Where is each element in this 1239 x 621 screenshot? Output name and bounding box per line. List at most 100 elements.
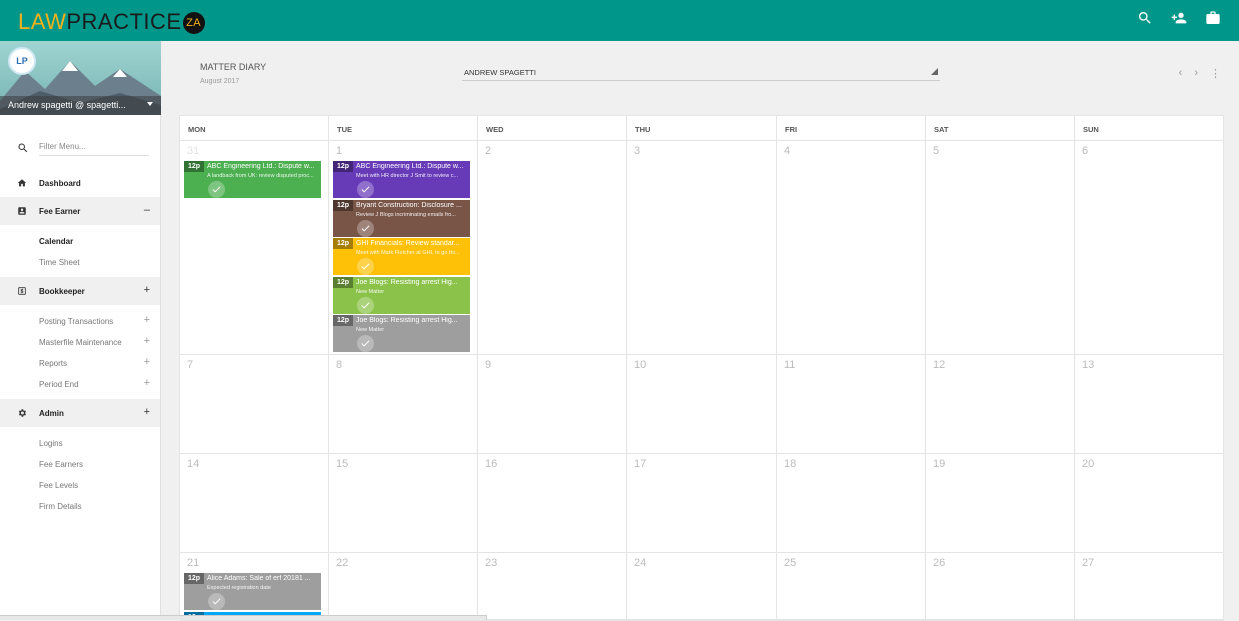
app-logo[interactable]: LAWPRACTICE ZA <box>18 9 205 35</box>
sidebar-subitem-time-sheet[interactable]: Time Sheet <box>0 252 160 273</box>
expand-icon[interactable]: + <box>144 406 150 418</box>
day-number: 18 <box>784 458 797 470</box>
calendar-day-cell[interactable]: 16 <box>478 454 627 553</box>
calendar-day-cell[interactable]: 10 <box>627 355 777 454</box>
collapse-icon[interactable]: – <box>144 204 150 216</box>
calendar-day-cell[interactable]: 12 <box>926 355 1075 454</box>
check-icon[interactable] <box>357 219 374 237</box>
avatar[interactable]: LP <box>8 47 36 75</box>
check-icon[interactable] <box>357 258 374 275</box>
event-description: New Matter <box>356 327 385 333</box>
calendar-day-cell[interactable]: 25 <box>777 553 926 621</box>
calendar-day-cell[interactable]: 6 <box>1075 141 1224 355</box>
horizontal-scrollbar[interactable] <box>0 615 487 620</box>
expand-icon[interactable]: + <box>144 335 150 347</box>
expand-icon[interactable]: + <box>144 356 150 368</box>
sidebar-subitem-fee-levels[interactable]: Fee Levels <box>0 475 160 496</box>
calendar-day-cell[interactable]: 11 <box>777 355 926 454</box>
sidebar-subitem-calendar[interactable]: Calendar <box>0 231 160 252</box>
calendar-day-cell[interactable]: 19 <box>926 454 1075 553</box>
calendar-day-cell[interactable]: 14 <box>180 454 329 553</box>
event-title: GHI Financials: Review standar... <box>356 240 460 247</box>
expand-icon[interactable]: + <box>144 377 150 389</box>
day-number: 7 <box>187 359 194 371</box>
chevron-right-icon[interactable]: › <box>1194 67 1198 80</box>
check-icon[interactable] <box>208 593 225 610</box>
sidebar-subitem-fee-earners[interactable]: Fee Earners <box>0 454 160 475</box>
event-description: Meet with HR director J Smit to review c… <box>356 173 459 179</box>
calendar-day-cell[interactable]: 2 <box>478 141 627 355</box>
more-vert-icon[interactable]: ⋮ <box>1210 67 1221 80</box>
calendar-event[interactable]: 12p GHI Financials: Review standar... Meet… <box>333 238 470 275</box>
briefcase-icon[interactable] <box>1205 10 1221 26</box>
calendar-event[interactable]: 12p ABC Engineering Ltd.: Dispute w... A l… <box>184 161 321 198</box>
account-switcher[interactable]: Andrew spagetti @ spagetti... <box>0 96 161 115</box>
calendar-day-cell[interactable]: 3 <box>627 141 777 355</box>
calendar-day-cell[interactable]: 22 <box>329 553 478 621</box>
check-icon[interactable] <box>357 335 374 352</box>
event-time: 12p <box>184 573 204 584</box>
sidebar-subitem-label: Posting Transactions <box>39 317 114 326</box>
sidebar-subitem-period-end[interactable]: Period End + <box>0 374 160 395</box>
calendar-day-cell[interactable]: 5 <box>926 141 1075 355</box>
calendar-event[interactable]: 12p Alice Adams: Sale of erf 20181 ... Exp… <box>184 573 321 610</box>
search-icon[interactable] <box>1137 10 1153 26</box>
calendar-day-cell[interactable]: 8 <box>329 355 478 454</box>
sidebar-subitem-masterfile-maintenance[interactable]: Masterfile Maintenance + <box>0 332 160 353</box>
sidebar-subitem-firm-details[interactable]: Firm Details <box>0 496 160 517</box>
sidebar-item-dashboard[interactable]: Dashboard <box>0 169 160 197</box>
logo-practice: PRACTICE <box>66 9 182 34</box>
fee-earner-select[interactable]: ANDREW SPAGETTI <box>462 64 940 81</box>
calendar-day-cell[interactable]: 24 <box>627 553 777 621</box>
check-icon[interactable] <box>357 181 374 198</box>
event-time: 12p <box>333 238 353 249</box>
home-icon <box>17 178 27 190</box>
expand-icon[interactable]: + <box>144 314 150 326</box>
day-number: 13 <box>1082 359 1095 371</box>
filter-menu-field[interactable]: Filter Menu... <box>0 129 160 169</box>
check-icon[interactable] <box>357 296 374 314</box>
expand-icon[interactable]: + <box>144 284 150 296</box>
calendar-day-cell[interactable]: 4 <box>777 141 926 355</box>
day-number: 10 <box>634 359 647 371</box>
calendar-day-cell[interactable]: 23 <box>478 553 627 621</box>
calendar-day-cell[interactable]: 18 <box>777 454 926 553</box>
calendar-day-cell[interactable]: 13 <box>1075 355 1224 454</box>
calendar-event[interactable]: 12p Bryant Construction: Disclosure ... Re… <box>333 199 470 237</box>
logo-law: LAW <box>18 9 67 34</box>
day-number: 8 <box>336 359 343 371</box>
dropdown-arrow-icon <box>931 68 938 75</box>
calendar-day-cell[interactable]: 15 <box>329 454 478 553</box>
sidebar-subitem-reports[interactable]: Reports + <box>0 353 160 374</box>
check-icon[interactable] <box>208 181 225 198</box>
sidebar-item-fee-earner[interactable]: Fee Earner – <box>0 197 160 225</box>
caret-down-icon <box>147 102 153 106</box>
day-number: 24 <box>634 557 647 569</box>
sidebar-subitem-posting-transactions[interactable]: Posting Transactions + <box>0 311 160 332</box>
calendar-day-cell[interactable]: 7 <box>180 355 329 454</box>
chevron-left-icon[interactable]: ‹ <box>1179 67 1183 80</box>
day-header-thu: THU <box>627 116 777 141</box>
event-time: 12p <box>333 199 353 211</box>
sidebar-subitem-label: Fee Earners <box>39 460 84 469</box>
day-number: 3 <box>634 145 641 157</box>
calendar-day-cell[interactable]: 20 <box>1075 454 1224 553</box>
day-number: 16 <box>485 458 498 470</box>
sidebar-item-bookkeeper[interactable]: Bookkeeper + <box>0 277 160 305</box>
sidebar-subitem-logins[interactable]: Logins <box>0 433 160 454</box>
event-description: Review J Blogs incriminating emails fro.… <box>356 211 456 218</box>
sidebar-item-admin[interactable]: Admin + <box>0 399 160 427</box>
calendar-day-cell[interactable]: 27 <box>1075 553 1224 621</box>
calendar-day-cell[interactable]: 17 <box>627 454 777 553</box>
calendar-event[interactable]: 12p ABC Engineering Ltd.: Dispute w... Mee… <box>333 161 470 198</box>
calendar-event[interactable]: 12p Joe Blogs: Resisting arrest Hig... New… <box>333 315 470 352</box>
day-number: 6 <box>1082 145 1089 157</box>
filter-menu-input[interactable]: Filter Menu... <box>39 142 149 156</box>
day-number: 2 <box>485 145 492 157</box>
add-user-icon[interactable] <box>1171 10 1187 26</box>
calendar-event[interactable]: 12p Joe Blogs: Resisting arrest Hig... New… <box>333 276 470 314</box>
dollar-box-icon <box>17 286 27 298</box>
top-app-bar: LAWPRACTICE ZA <box>0 0 1239 41</box>
calendar-day-cell[interactable]: 26 <box>926 553 1075 621</box>
calendar-day-cell[interactable]: 9 <box>478 355 627 454</box>
